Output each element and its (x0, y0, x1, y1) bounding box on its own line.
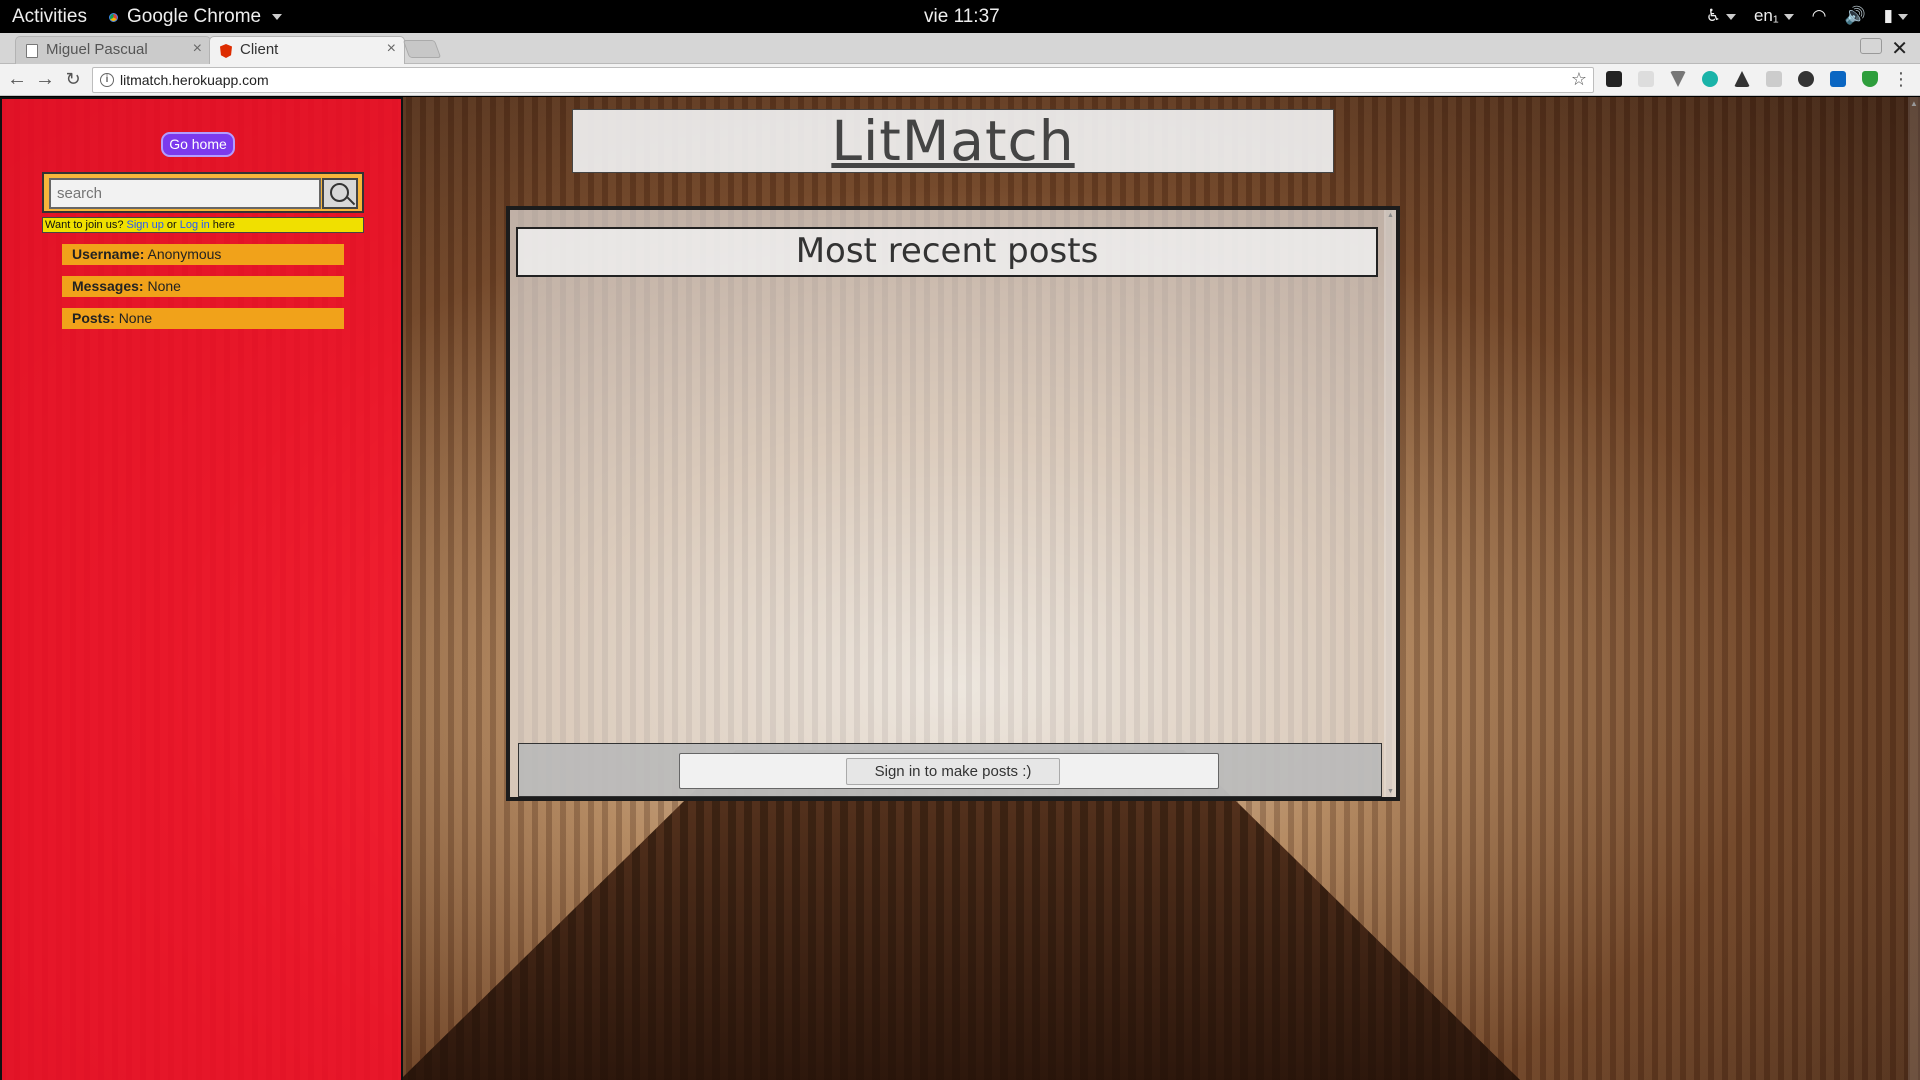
window-close-icon[interactable]: ✕ (1891, 36, 1908, 61)
tab-strip: Miguel Pascual × Client × ✕ (0, 33, 1920, 64)
messages-value: None (147, 278, 181, 294)
close-icon[interactable]: × (193, 40, 202, 58)
chevron-down-icon (272, 14, 283, 20)
back-icon[interactable]: ← (6, 68, 28, 90)
posts-scrollbar[interactable]: ▲ ▼ (1384, 210, 1396, 797)
clock[interactable]: vie 11:37 (924, 6, 1000, 28)
extension-icon[interactable] (1606, 71, 1622, 87)
search-box (42, 172, 364, 213)
input-source[interactable]: en₁ (1754, 6, 1794, 26)
posts-header: Most recent posts (516, 227, 1378, 277)
post-composer: Sign in to make posts :) (679, 753, 1219, 789)
posts-value: None (118, 310, 153, 326)
extension-icon[interactable] (1670, 71, 1686, 87)
extension-icon[interactable] (1766, 71, 1782, 87)
info-icon[interactable]: i (100, 73, 114, 87)
tab-miguel-pascual[interactable]: Miguel Pascual × (15, 36, 211, 64)
linkedin-icon[interactable] (1830, 71, 1846, 87)
sign-in-to-post-button[interactable]: Sign in to make posts :) (846, 758, 1060, 785)
sign-up-link[interactable]: Sign up (127, 219, 164, 231)
log-in-link[interactable]: Log in (180, 219, 210, 231)
page-viewport: ▲ Go home Want to join us? Sign up or Lo… (0, 97, 1920, 1080)
posts-panel: ▲ ▼ Most recent posts Sign in to make pos… (506, 206, 1400, 801)
url-text: litmatch.herokuapp.com (120, 72, 269, 88)
activities-button[interactable]: Activities (12, 6, 87, 28)
extension-icon[interactable] (1798, 71, 1814, 87)
menu-icon[interactable]: ⋮ (1890, 68, 1912, 90)
forward-icon[interactable]: → (34, 68, 56, 90)
profile-icon[interactable] (1860, 38, 1882, 54)
system-top-bar: Activities Google Chrome vie 11:37 ♿ en₁… (0, 0, 1920, 33)
reload-icon[interactable]: ↻ (62, 68, 84, 90)
go-home-button[interactable]: Go home (161, 132, 235, 157)
app-menu-label: Google Chrome (127, 6, 262, 27)
address-bar[interactable]: i litmatch.herokuapp.com ☆ (92, 67, 1594, 93)
page-scrollbar[interactable]: ▲ (1908, 97, 1920, 1080)
app-menu[interactable]: Google Chrome (106, 6, 283, 28)
system-tray[interactable]: ♿ en₁ ◠ 🔊 ▮ (1706, 6, 1908, 26)
tab-client[interactable]: Client × (209, 36, 405, 64)
username-row: Username: Anonymous (62, 244, 344, 265)
bookmark-star-icon[interactable]: ☆ (1571, 69, 1587, 90)
extension-icon[interactable] (1702, 71, 1718, 87)
tab-label: Client (240, 41, 279, 58)
tab-label: Miguel Pascual (46, 41, 148, 58)
extension-icon[interactable] (1734, 71, 1750, 87)
extension-icon[interactable] (1638, 71, 1654, 87)
search-input[interactable] (49, 178, 321, 209)
close-icon[interactable]: × (387, 40, 396, 58)
shield-icon[interactable] (1862, 71, 1878, 87)
posts-footer: Sign in to make posts :) (518, 743, 1382, 797)
search-icon (330, 183, 349, 202)
messages-row: Messages: None (62, 276, 344, 297)
new-tab-button[interactable] (402, 40, 442, 58)
document-icon (26, 44, 38, 58)
site-title-box: LitMatch (572, 109, 1334, 173)
posts-row: Posts: None (62, 308, 344, 329)
wifi-icon: ◠ (1811, 6, 1827, 25)
site-title-link[interactable]: LitMatch (831, 109, 1074, 173)
browser-toolbar: ← → ↻ i litmatch.herokuapp.com ☆ ⋮ (0, 64, 1920, 96)
chrome-icon (106, 9, 121, 25)
join-prompt: Want to join us? Sign up or Log in here (42, 217, 364, 233)
username-value: Anonymous (147, 246, 222, 262)
sidebar: Go home Want to join us? Sign up or Log … (0, 97, 403, 1080)
battery-icon[interactable]: ▮ (1884, 6, 1908, 26)
volume-icon: 🔊 (1844, 6, 1866, 25)
angular-icon (220, 44, 232, 58)
search-button[interactable] (322, 178, 358, 209)
accessibility-icon[interactable]: ♿ (1706, 6, 1736, 26)
